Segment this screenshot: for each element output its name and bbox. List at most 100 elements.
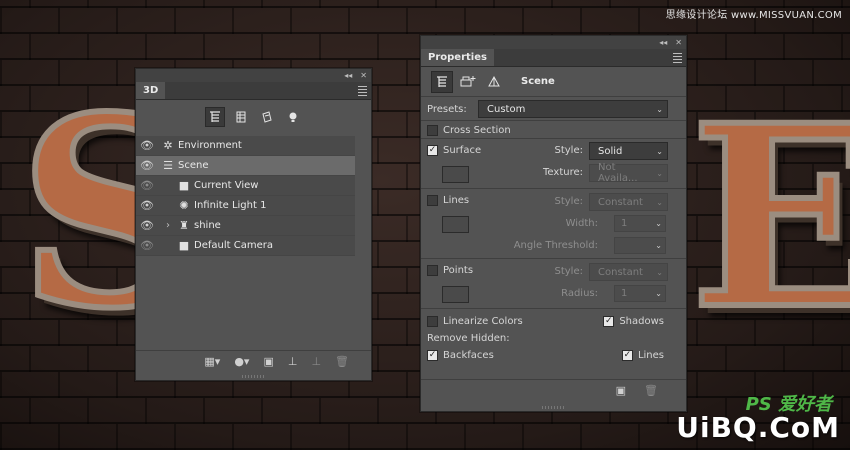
watermark-brand: UiBQ.CoM: [676, 411, 840, 444]
layer-name: Default Camera: [194, 240, 273, 251]
chevron-down-icon: ⌄: [656, 146, 663, 156]
points-style-label: Style:: [554, 266, 584, 277]
cross-section-icon[interactable]: [483, 71, 505, 93]
layer-row-current-view[interactable]: 👁 ■ Current View: [136, 176, 355, 196]
chevron-right-icon[interactable]: ›: [162, 220, 174, 231]
properties-footer-toolbar: ▣ 🗑: [421, 379, 686, 401]
environment-icon: ✲: [163, 139, 173, 152]
chevron-down-icon: ⌄: [656, 197, 663, 207]
layer-row-default-camera[interactable]: 👁 ■ Default Camera: [136, 236, 355, 256]
properties-panel: ◂◂ ✕ Properties Scene Presets: Custom ⌄: [420, 35, 687, 412]
panel-title-bar[interactable]: ◂◂ ✕: [136, 69, 371, 82]
camera-icon: ■: [178, 179, 190, 192]
watermark-top: 思缘设计论坛 www.MISSVUAN.COM: [665, 10, 842, 21]
remove-hidden-label: Remove Hidden:: [427, 332, 510, 344]
tab-properties[interactable]: Properties: [421, 49, 494, 66]
lines-checkbox[interactable]: [427, 194, 438, 206]
panel-menu-icon[interactable]: [353, 82, 371, 99]
layer-row-environment[interactable]: 👁 ✲ Environment: [136, 136, 355, 156]
render-settings-icon[interactable]: [457, 71, 479, 93]
trash-icon[interactable]: 🗑: [644, 384, 658, 397]
render-options-section: Linearize Colors ✓ Shadows Remove Hidden…: [427, 315, 664, 361]
scene-properties-icon[interactable]: [431, 70, 453, 93]
material-filter-icon[interactable]: [257, 107, 277, 127]
layer-row-infinite-light[interactable]: 👁 ✺ Infinite Light 1: [136, 196, 355, 216]
add-light-icon[interactable]: ●▾: [234, 355, 249, 368]
backfaces-checkbox[interactable]: ✓: [427, 349, 438, 361]
chevron-down-icon: ⌄: [655, 219, 662, 228]
hidden-lines-checkbox[interactable]: ✓: [621, 349, 633, 361]
3d-panel: ◂◂ ✕ 3D 👁 ✲ Environment 👁 ☰ Scene 👁 ■ Cu…: [135, 68, 372, 381]
surface-section: ✓ Surface Style: Solid ⌄ Texture: Not Av…: [421, 139, 686, 189]
chevron-down-icon: ⌄: [655, 241, 662, 250]
scene-filter-icon[interactable]: [204, 107, 225, 127]
collapse-icon[interactable]: ◂◂: [659, 38, 667, 47]
visibility-eye-icon[interactable]: 👁: [136, 179, 158, 192]
angle-threshold-label: Angle Threshold:: [513, 240, 598, 251]
panel-tab-bar: Properties: [421, 49, 686, 67]
surface-checkbox[interactable]: ✓: [427, 144, 438, 156]
add-mesh-icon[interactable]: ▦▾: [204, 355, 220, 368]
light-icon: ✺: [179, 199, 189, 212]
trash-icon[interactable]: 🗑: [335, 355, 349, 368]
presets-section: Presets: Custom ⌄: [421, 97, 686, 121]
mesh-icon: ♜: [179, 219, 189, 232]
cross-section-section: Cross Section: [421, 121, 686, 139]
presets-dropdown[interactable]: Custom ⌄: [478, 100, 668, 118]
light-filter-icon[interactable]: [283, 107, 303, 127]
visibility-eye-icon[interactable]: 👁: [136, 219, 158, 232]
lines-width-stepper[interactable]: 1 ⌄: [614, 215, 666, 232]
split-icon[interactable]: ⊥: [311, 355, 321, 368]
cross-section-checkbox[interactable]: [427, 124, 438, 136]
layer-row-scene[interactable]: 👁 ☰ Scene: [136, 156, 355, 176]
panel-tab-bar: 3D: [136, 82, 371, 100]
linearize-colors-checkbox[interactable]: [427, 315, 438, 327]
chevron-down-icon: ⌄: [655, 289, 662, 298]
points-color-swatch[interactable]: [442, 286, 469, 303]
scene-icon: ☰: [163, 159, 173, 172]
tab-3d[interactable]: 3D: [136, 82, 166, 99]
angle-threshold-stepper[interactable]: ⌄: [614, 237, 666, 254]
render-icon[interactable]: ▣: [616, 384, 626, 397]
chevron-down-icon: ⌄: [656, 267, 663, 277]
shadows-checkbox[interactable]: ✓: [603, 315, 615, 327]
close-icon[interactable]: ✕: [675, 38, 682, 47]
layer-name: Current View: [194, 180, 259, 191]
lines-color-swatch[interactable]: [442, 216, 469, 233]
layer-name: Scene: [178, 160, 209, 171]
layer-name: Environment: [178, 140, 242, 151]
resize-grip[interactable]: [241, 375, 266, 378]
points-radius-stepper[interactable]: 1 ⌄: [614, 285, 666, 302]
mesh-filter-icon[interactable]: [231, 107, 251, 127]
lines-section: Lines Style: Constant ⌄ Width: 1 ⌄ Angle…: [421, 189, 686, 259]
drop-to-ground-icon[interactable]: ⊥: [288, 355, 298, 368]
layer-row-shine[interactable]: 👁 › ♜ shine: [136, 216, 355, 236]
surface-texture-dropdown[interactable]: Not Availa... ⌄: [589, 162, 668, 184]
layer-name: shine: [194, 220, 221, 231]
camera-icon: ■: [178, 239, 190, 252]
visibility-eye-icon[interactable]: 👁: [136, 199, 158, 212]
render-icon[interactable]: ▣: [263, 355, 273, 368]
filter-toolbar: [136, 100, 371, 134]
lines-style-label: Style:: [554, 196, 584, 207]
points-section: Points Style: Constant ⌄ Radius: 1 ⌄: [421, 259, 686, 309]
surface-style-label: Style:: [554, 145, 584, 156]
panel-menu-icon[interactable]: [668, 49, 686, 66]
points-checkbox[interactable]: [427, 264, 438, 276]
surface-color-swatch[interactable]: [442, 166, 469, 183]
lines-style-dropdown[interactable]: Constant ⌄: [589, 193, 668, 211]
collapse-icon[interactable]: ◂◂: [344, 71, 352, 80]
presets-label: Presets:: [427, 103, 467, 115]
panel-footer-toolbar: ▦▾ ●▾ ▣ ⊥ ⊥ 🗑: [136, 350, 371, 372]
surface-texture-label: Texture:: [543, 167, 583, 178]
resize-grip[interactable]: [541, 406, 566, 409]
visibility-eye-icon[interactable]: 👁: [136, 139, 158, 152]
points-style-dropdown[interactable]: Constant ⌄: [589, 263, 668, 281]
close-icon[interactable]: ✕: [360, 71, 367, 80]
panel-title-bar[interactable]: ◂◂ ✕: [421, 36, 686, 49]
scene-layer-list: 👁 ✲ Environment 👁 ☰ Scene 👁 ■ Current Vi…: [136, 136, 371, 256]
surface-style-dropdown[interactable]: Solid ⌄: [589, 142, 668, 160]
visibility-eye-icon[interactable]: 👁: [136, 159, 158, 172]
visibility-eye-icon[interactable]: 👁: [136, 239, 158, 252]
chevron-down-icon: ⌄: [656, 168, 663, 178]
